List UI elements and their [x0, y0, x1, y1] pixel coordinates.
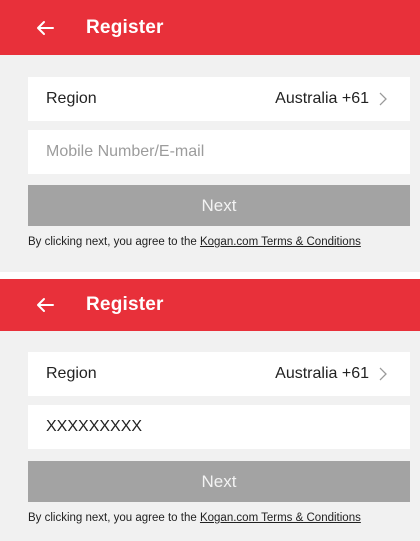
register-screen-filled: Register Region Australia +61 Next By cl…: [0, 279, 420, 541]
back-arrow-icon[interactable]: [34, 17, 56, 39]
terms-prefix: By clicking next, you agree to the: [28, 236, 200, 248]
next-button[interactable]: Next: [28, 185, 410, 226]
back-arrow-icon[interactable]: [34, 294, 56, 316]
region-value: Australia +61: [275, 365, 369, 382]
app-bar: Register: [0, 0, 420, 55]
region-label: Region: [46, 365, 97, 382]
terms-link[interactable]: Kogan.com Terms & Conditions: [200, 236, 361, 248]
terms-prefix: By clicking next, you agree to the: [28, 512, 200, 524]
terms-text: By clicking next, you agree to the Kogan…: [28, 236, 408, 248]
region-selector[interactable]: Region Australia +61: [28, 352, 410, 396]
page-title: Register: [86, 16, 164, 38]
terms-text: By clicking next, you agree to the Kogan…: [28, 512, 408, 524]
app-bar: Register: [0, 279, 420, 331]
region-selector[interactable]: Region Australia +61: [28, 77, 410, 121]
chevron-right-icon: [378, 367, 392, 381]
region-value: Australia +61: [275, 90, 369, 107]
terms-link[interactable]: Kogan.com Terms & Conditions: [200, 512, 361, 524]
region-label: Region: [46, 90, 97, 107]
mobile-email-input[interactable]: [28, 130, 410, 174]
chevron-right-icon: [378, 92, 392, 106]
register-screen-empty: Register Region Australia +61 Next By cl…: [0, 0, 420, 272]
page-title: Register: [86, 294, 164, 315]
next-button[interactable]: Next: [28, 461, 410, 502]
mobile-email-input[interactable]: [28, 405, 410, 449]
